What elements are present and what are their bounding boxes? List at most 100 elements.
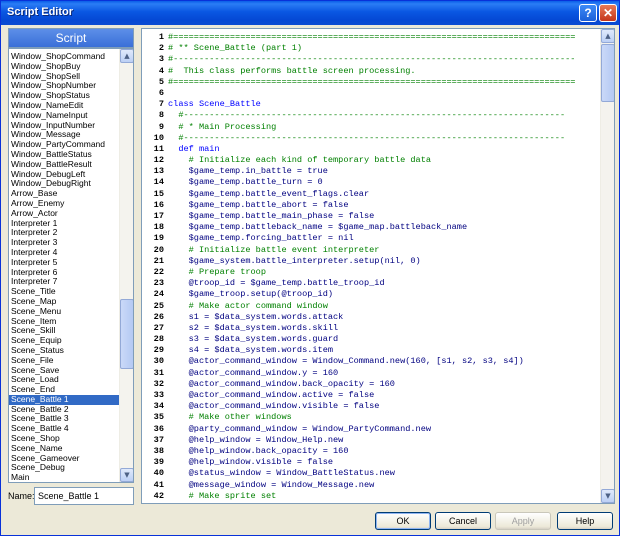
list-item[interactable]: Window_BattleResult: [9, 160, 120, 170]
code-editor[interactable]: 1 #======================================…: [141, 28, 615, 504]
code-text: @message_window = Window_Message.new: [168, 479, 375, 490]
list-item[interactable]: Scene_Battle 1: [9, 394, 120, 405]
line-number: 3: [158, 54, 164, 65]
list-item[interactable]: Arrow_Base: [9, 189, 120, 199]
code-line: 1 #======================================…: [142, 32, 600, 43]
list-item[interactable]: Scene_Load: [9, 375, 120, 385]
help-title-button[interactable]: ?: [579, 4, 597, 22]
script-list[interactable]: Window_ShopCommand Window_ShopBuy Window_S…: [8, 48, 134, 483]
code-line: 35 # Make other windows: [142, 412, 600, 423]
list-item[interactable]: Window_DebugLeft: [9, 170, 120, 180]
list-item[interactable]: Window_ShopStatus: [9, 91, 120, 101]
line-number: 18: [153, 222, 164, 233]
code-line: 7 class Scene_Battle: [142, 99, 600, 110]
code-text: @help_window.visible = false: [168, 457, 334, 468]
list-item[interactable]: Scene_Save: [9, 366, 120, 376]
list-item[interactable]: Scene_Item: [9, 317, 120, 327]
list-item[interactable]: Scene_Equip: [9, 336, 120, 346]
scroll-down-arrow-icon[interactable]: ▼: [120, 468, 133, 482]
script-list-scrollbar[interactable]: ▲ ▼: [119, 49, 133, 482]
list-item[interactable]: Window_NameEdit: [9, 101, 120, 111]
code-text: #=======================================…: [168, 32, 576, 42]
code-text: @help_window = Window_Help.new: [168, 434, 344, 445]
code-line: 18 $game_temp.battleback_name = $game_ma…: [142, 222, 600, 233]
line-number: 23: [153, 278, 164, 289]
list-item[interactable]: Scene_Shop: [9, 434, 120, 444]
list-item[interactable]: Window_ShopNumber: [9, 81, 120, 91]
list-item[interactable]: Interpreter 5: [9, 258, 120, 268]
list-item[interactable]: Scene_Gameover: [9, 454, 120, 464]
list-item[interactable]: Scene_Name: [9, 444, 120, 454]
code-line: 14 $game_temp.battle_turn = 0: [142, 177, 600, 188]
code-text: @status_window = Window_BattleStatus.new: [168, 468, 395, 479]
code-line: 19 $game_temp.forcing_battler = nil: [142, 233, 600, 244]
line-number: 19: [153, 233, 164, 244]
line-number: 6: [158, 87, 164, 98]
list-item[interactable]: Scene_File: [9, 356, 120, 366]
apply-button[interactable]: Apply: [495, 512, 551, 530]
list-item[interactable]: Window_InputNumber: [9, 121, 120, 131]
list-item[interactable]: Window_NameInput: [9, 111, 120, 121]
line-number: 25: [153, 300, 164, 311]
list-item[interactable]: Interpreter 3: [9, 238, 120, 248]
list-item[interactable]: Scene_Debug: [9, 463, 120, 473]
scroll-up-arrow-icon[interactable]: ▲: [120, 49, 133, 63]
code-text: # Make actor command window: [168, 300, 328, 311]
list-item[interactable]: Interpreter 7: [9, 277, 120, 287]
list-item[interactable]: Arrow_Enemy: [9, 199, 120, 209]
code-line: 24 $game_troop.setup(@troop_id): [142, 289, 600, 300]
line-number: 24: [153, 289, 164, 300]
line-number: 7: [158, 99, 164, 110]
list-item[interactable]: Scene_Map: [9, 297, 120, 307]
list-item[interactable]: Interpreter 4: [9, 248, 120, 258]
editor-scroll-up-arrow-icon[interactable]: ▲: [601, 29, 614, 43]
code-line: 5 #======================================…: [142, 77, 600, 88]
list-item[interactable]: Scene_Skill: [9, 326, 120, 336]
list-item[interactable]: Window_DebugRight: [9, 179, 120, 189]
list-item[interactable]: Scene_Menu: [9, 307, 120, 317]
line-number: 29: [153, 345, 164, 356]
ok-button[interactable]: OK: [375, 512, 431, 530]
code-text: class Scene_Battle: [168, 99, 261, 110]
code-line: 9 # * Main Processing: [142, 122, 600, 133]
list-item[interactable]: Interpreter 6: [9, 268, 120, 278]
list-item[interactable]: Scene_Battle 4: [9, 424, 120, 434]
list-item[interactable]: Scene_End: [9, 385, 120, 395]
list-item[interactable]: Arrow_Actor: [9, 209, 120, 219]
close-button[interactable]: ✕: [599, 4, 617, 22]
list-item[interactable]: Scene_Battle 3: [9, 414, 120, 424]
cancel-button[interactable]: Cancel: [435, 512, 491, 530]
editor-scrollbar[interactable]: ▲ ▼: [600, 29, 614, 503]
line-number: 9: [158, 121, 164, 132]
editor-scroll-thumb[interactable]: [601, 44, 614, 102]
line-number: 33: [153, 390, 164, 400]
list-item[interactable]: Window_ShopBuy: [9, 62, 120, 72]
list-item[interactable]: Scene_Status: [9, 346, 120, 356]
list-item[interactable]: Interpreter 2: [9, 228, 120, 238]
list-item[interactable]: Scene_Title: [9, 287, 120, 297]
code-line: 8 #-------------------------------------…: [142, 110, 600, 121]
list-item[interactable]: Interpreter 1: [9, 219, 120, 229]
list-item[interactable]: Window_Message: [9, 130, 120, 140]
code-line: 22 # Prepare troop: [142, 267, 600, 278]
code-line: 34 @actor_command_window.visible = false: [142, 401, 600, 412]
line-number: 16: [153, 199, 164, 210]
line-number: 41: [153, 479, 164, 490]
code-line: 23 @troop_id = $game_temp.battle_troop_i…: [142, 278, 600, 289]
list-item[interactable]: Main: [9, 473, 120, 482]
editor-scroll-down-arrow-icon[interactable]: ▼: [601, 489, 614, 503]
list-item[interactable]: Window_ShopSell: [9, 72, 120, 82]
list-item[interactable]: Window_PartyCommand: [9, 140, 120, 150]
line-number: 1: [158, 32, 164, 42]
scroll-thumb[interactable]: [120, 299, 133, 369]
name-input[interactable]: Scene_Battle 1: [34, 487, 134, 505]
line-number: 28: [153, 334, 164, 345]
code-text: # This class performs battle screen proc…: [168, 65, 416, 76]
line-number: 36: [153, 423, 164, 434]
list-item[interactable]: Scene_Battle 2: [9, 405, 120, 415]
code-text: $game_temp.battle_abort = false: [168, 199, 349, 210]
help-button[interactable]: Help: [557, 512, 613, 530]
list-item[interactable]: Window_BattleStatus: [9, 150, 120, 160]
title-bar[interactable]: Script Editor ? ✕: [1, 1, 619, 25]
list-item[interactable]: Window_ShopCommand: [9, 52, 120, 62]
